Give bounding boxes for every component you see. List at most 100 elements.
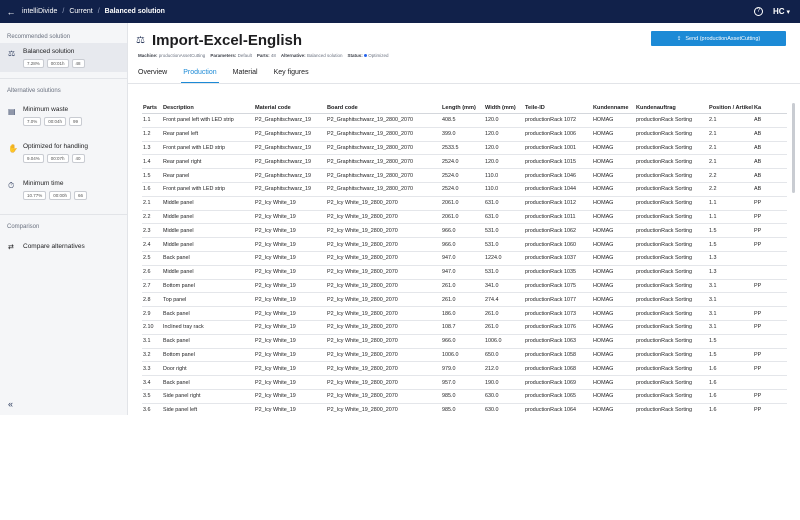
table-cell: HOMAG	[593, 241, 614, 248]
count-badge: 99	[69, 117, 83, 126]
table-cell: productionRack 1068	[525, 365, 576, 372]
table-cell: HOMAG	[593, 172, 614, 179]
table-cell: Top panel	[163, 296, 187, 303]
table-cell: HOMAG	[593, 144, 614, 151]
table-cell: 947.0	[442, 269, 456, 276]
table-cell: P2_Icy White_19_2800_2070	[327, 379, 398, 386]
column-header[interactable]: Ka	[753, 105, 767, 111]
solution-minimum-waste[interactable]: ▤ Minimum waste 7.0% 00:04h 99	[0, 101, 127, 130]
breadcrumb: intelliDivide / Current / Balanced solut…	[22, 8, 165, 15]
table-row[interactable]: 1.4 Rear panel right P2_Graphitschwarz_19 P…	[142, 155, 787, 170]
tab-material[interactable]: Material	[231, 68, 260, 84]
table-cell: 2524.0	[442, 172, 459, 179]
column-header[interactable]: Teile-ID	[524, 105, 592, 111]
scrollbar[interactable]	[792, 103, 795, 193]
table-row[interactable]: 2.4 Middle panel P2_Icy White_19 P2_Icy Whi…	[142, 238, 787, 252]
column-header[interactable]: Kundenauftrag	[635, 105, 708, 111]
table-row[interactable]: 3.5 Side panel right P2_Icy White_19 P2_Icy…	[142, 390, 787, 404]
table-row[interactable]: 1.3 Front panel with LED strip P2_Graphits…	[142, 142, 787, 156]
tab-key-figures[interactable]: Key figures	[272, 68, 311, 84]
table-row[interactable]: 3.4 Back panel P2_Icy White_19 P2_Icy White…	[142, 376, 787, 390]
table-cell: HOMAG	[593, 310, 614, 317]
double-chevron-left-icon[interactable]: «	[8, 399, 13, 409]
table-cell: 2524.0	[442, 158, 459, 165]
table-row[interactable]: 1.6 Front panel with LED strip P2_Graphits…	[142, 183, 787, 197]
compare-alternatives-link[interactable]: ⇄ Compare alternatives	[0, 239, 127, 254]
more-options-button[interactable]: ⋮	[766, 32, 779, 46]
table-cell: Middle panel	[163, 269, 194, 276]
solution-optimized-handling[interactable]: ✋ Optimized for handling 9.04% 00:07h 40	[0, 138, 127, 167]
table-cell: productionRack Sorting	[636, 351, 693, 358]
table-cell: HOMAG	[593, 407, 614, 414]
solution-minimum-time[interactable]: ⏱ Minimum time 10.77% 00:00h 66	[0, 175, 127, 204]
table-row[interactable]: 2.5 Back panel P2_Icy White_19 P2_Icy White…	[142, 252, 787, 266]
column-header[interactable]: Width (mm)	[484, 105, 524, 111]
table-cell: P2_Icy White_19_2800_2070	[327, 338, 398, 345]
table-row[interactable]: 2.10 Inclined tray rack P2_Icy White_19 P2_…	[142, 321, 787, 335]
table-cell: PP	[754, 310, 762, 317]
table-cell: 531.0	[485, 227, 499, 234]
table-row[interactable]: 3.2 Bottom panel P2_Icy White_19 P2_Icy Whi…	[142, 349, 787, 363]
table-cell: P2_Icy White_19_2800_2070	[327, 365, 398, 372]
brand-menu[interactable]: HC ▾	[773, 7, 790, 16]
meta-key: Status:	[347, 53, 363, 58]
table-row[interactable]: 2.9 Back panel P2_Icy White_19 P2_Icy White…	[142, 307, 787, 321]
table-row[interactable]: 1.1 Front panel left with LED strip P2_Gra…	[142, 114, 787, 128]
table-cell: 1.5	[709, 241, 717, 248]
table-cell: productionRack Sorting	[636, 172, 693, 179]
table-cell: productionRack 1001	[525, 144, 576, 151]
table-cell: 2.7	[143, 282, 151, 289]
column-header[interactable]: Length (mm)	[441, 105, 484, 111]
table-row[interactable]: 2.6 Middle panel P2_Icy White_19 P2_Icy Whi…	[142, 266, 787, 280]
tab-production[interactable]: Production	[181, 68, 219, 84]
table-cell: P2_Icy White_19	[255, 213, 296, 220]
column-header[interactable]: Board code	[326, 105, 441, 111]
table-cell: HOMAG	[593, 365, 614, 372]
arrow-left-icon[interactable]: ←	[0, 7, 22, 17]
breadcrumb-separator: /	[97, 8, 100, 15]
table-cell: 631.0	[485, 213, 499, 220]
help-circle-icon[interactable]: ?	[753, 7, 763, 16]
table-row[interactable]: 3.6 Side panel left P2_Icy White_19 P2_Icy …	[142, 404, 787, 415]
column-header[interactable]: Description	[162, 105, 254, 111]
table-cell: productionRack Sorting	[636, 282, 693, 289]
table-cell: productionRack 1006	[525, 131, 576, 138]
table-cell: productionRack 1069	[525, 379, 576, 386]
breadcrumb-item[interactable]: Current	[69, 8, 92, 15]
table-row[interactable]: 3.1 Back panel P2_Icy White_19 P2_Icy White…	[142, 335, 787, 349]
alternatives-title: Alternative solutions	[7, 88, 61, 94]
table-cell: HOMAG	[593, 379, 614, 386]
table-cell: productionRack Sorting	[636, 393, 693, 400]
table-cell: PP	[754, 200, 762, 207]
table-row[interactable]: 1.5 Rear panel P2_Graphitschwarz_19 P2_Grap…	[142, 169, 787, 183]
breadcrumb-item[interactable]: intelliDivide	[22, 8, 57, 15]
table-row[interactable]: 2.7 Bottom panel P2_Icy White_19 P2_Icy Whi…	[142, 280, 787, 294]
table-cell: 408.5	[442, 117, 456, 124]
column-header[interactable]: Kundenname	[592, 105, 635, 111]
table-cell: productionRack Sorting	[636, 379, 693, 386]
column-header[interactable]: Position / Artikel	[708, 105, 753, 111]
solution-name: Optimized for handling	[23, 143, 89, 150]
table-row[interactable]: 1.2 Rear panel left P2_Graphitschwarz_19 P2…	[142, 128, 787, 142]
solution-balanced[interactable]: ⚖ Balanced solution 7.28% 00:01h 48	[0, 43, 127, 72]
table-row[interactable]: 2.8 Top panel P2_Icy White_19 P2_Icy White_…	[142, 293, 787, 308]
table-row[interactable]: 3.3 Door right P2_Icy White_19 P2_Icy White…	[142, 362, 787, 377]
table-cell: Rear panel	[163, 172, 190, 179]
table-row[interactable]: 2.3 Middle panel P2_Icy White_19 P2_Icy Whi…	[142, 224, 787, 239]
table-cell: AB	[754, 144, 762, 151]
table-cell: productionRack 1062	[525, 227, 576, 234]
column-header[interactable]: Material code	[254, 105, 326, 111]
table-cell: productionRack 1012	[525, 200, 576, 207]
handling-icon: ✋	[8, 144, 18, 153]
table-cell: 261.0	[485, 310, 499, 317]
tab-overview[interactable]: Overview	[136, 68, 169, 84]
column-header[interactable]: Parts	[142, 105, 162, 111]
table-cell: HOMAG	[593, 269, 614, 276]
table-row[interactable]: 2.1 Middle panel P2_Icy White_19 P2_Icy Whi…	[142, 197, 787, 211]
table-cell: 1.2	[143, 131, 151, 138]
table-row[interactable]: 2.2 Middle panel P2_Icy White_19 P2_Icy Whi…	[142, 211, 787, 225]
table-cell: 3.2	[143, 351, 151, 358]
table-cell: productionRack Sorting	[636, 269, 693, 276]
table-cell: 110.0	[485, 172, 499, 179]
table-cell: 2.6	[143, 269, 151, 276]
